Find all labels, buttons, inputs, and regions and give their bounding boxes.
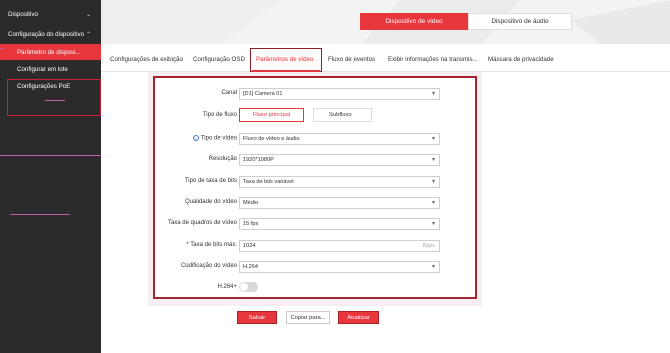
- sidebar-item-label: Configurar em lote: [17, 65, 68, 73]
- toggle-knob: [240, 283, 248, 291]
- tab-parametros-video[interactable]: Parâmetros de vídeo: [256, 56, 313, 63]
- sidebar-item-label: Dispositivo: [8, 10, 38, 18]
- qualidade-value: Médio: [243, 200, 259, 206]
- chevron-down-icon: ▾: [431, 200, 435, 206]
- fluxo-principal-label: Fluxo principal: [252, 112, 291, 118]
- chevron-down-icon: ▾: [431, 179, 435, 185]
- sidebar-item-label: Configuração do dispositivo: [8, 30, 85, 38]
- sidebar-item-poe[interactable]: Configurações PoE: [0, 78, 101, 94]
- copy-to-label: Copiar para...: [290, 314, 326, 321]
- tipo-taxa-bits-select[interactable]: Taxa de bits variável ▾: [239, 176, 440, 188]
- bits-max-label: * Taxa de bits máx.: [186, 242, 237, 248]
- canal-select[interactable]: [D1] Camera 01 ▾: [239, 88, 440, 100]
- tipo-video-value: Fluxo de vídeo e áudio: [243, 136, 300, 142]
- video-device-label: Dispositivo de vídeo: [385, 18, 443, 25]
- sidebar-item-label: Parâmetro de disposi...: [17, 48, 81, 56]
- row-tipo-fluxo: Tipo de fluxo Fluxo principal Subfluxo: [155, 108, 475, 122]
- resolucao-value: 1920*1080P: [243, 157, 274, 163]
- chevron-down-icon: ▾: [431, 157, 435, 163]
- qualidade-label: Qualidade do vídeo: [184, 199, 237, 205]
- sidebar-item-dispositivo[interactable]: Dispositivo ⌄: [0, 6, 101, 22]
- video-device-tab[interactable]: Dispositivo de vídeo: [360, 13, 468, 30]
- row-codificacao: Codificação do vídeo H.264 ▾: [155, 261, 475, 273]
- divider: [0, 48, 4, 49]
- info-icon[interactable]: i: [192, 135, 199, 141]
- chevron-down-icon: ▾: [431, 136, 435, 142]
- codificacao-value: H.264: [243, 264, 258, 270]
- sidebar: Dispositivo ⌄ Configuração do dispositiv…: [0, 0, 101, 353]
- tipo-taxa-bits-value: Taxa de bits variável: [243, 179, 294, 185]
- quadros-value: 15 fps: [243, 221, 259, 227]
- copy-to-button[interactable]: Copiar para...: [286, 311, 330, 324]
- sidebar-item-lote[interactable]: Configurar em lote: [0, 61, 101, 77]
- tab-fluxo-eventos[interactable]: Fluxo de eventos: [328, 56, 375, 63]
- divider: [10, 214, 70, 215]
- audio-device-tab[interactable]: Dispositivo de áudio: [468, 13, 572, 30]
- tipo-video-select[interactable]: Fluxo de vídeo e áudio ▾: [239, 133, 440, 145]
- row-quadros: Taxa de quadros de vídeo 15 fps ▾: [155, 218, 475, 230]
- quadros-select[interactable]: 15 fps ▾: [239, 218, 440, 230]
- divider: [45, 100, 65, 101]
- divider: [0, 155, 101, 156]
- canal-label: Canal: [221, 90, 237, 96]
- tab-osd[interactable]: Configuração OSD: [193, 56, 245, 63]
- h264plus-toggle[interactable]: [239, 282, 258, 292]
- chevron-down-icon: ⌄: [85, 11, 91, 18]
- bits-max-unit: Kbps: [422, 243, 435, 249]
- tab-exibir-info[interactable]: Exibir informações na transmis...: [388, 56, 478, 63]
- sidebar-item-configuracao[interactable]: Configuração do dispositivo ⌃: [0, 26, 101, 42]
- chevron-down-icon: ▾: [431, 221, 435, 227]
- tipo-video-label: i Tipo de vídeo: [192, 135, 237, 142]
- chevron-up-icon: ⌃: [85, 31, 91, 38]
- fluxo-principal-option[interactable]: Fluxo principal: [239, 108, 304, 122]
- row-h264plus: H.264+: [155, 282, 475, 294]
- tipo-taxa-bits-label: Tipo de taxa de bits: [184, 178, 237, 184]
- tipo-fluxo-label: Tipo de fluxo: [202, 112, 237, 118]
- chevron-down-icon: ▾: [431, 264, 435, 270]
- row-resolucao: Resolução 1920*1080P ▾: [155, 154, 475, 166]
- codificacao-select[interactable]: H.264 ▾: [239, 261, 440, 273]
- canal-value: [D1] Camera 01: [243, 91, 283, 97]
- chevron-down-icon: ▾: [431, 91, 435, 97]
- row-bits-max: * Taxa de bits máx. 1024 Kbps: [155, 240, 475, 252]
- row-tipo-taxa-bits: Tipo de taxa de bits Taxa de bits variáv…: [155, 176, 475, 188]
- sidebar-item-parametro[interactable]: Parâmetro de disposi...: [0, 44, 101, 60]
- refresh-button[interactable]: Atualizar: [338, 311, 379, 324]
- quadros-label: Taxa de quadros de vídeo: [167, 220, 237, 226]
- tab-exibicao[interactable]: Configurações de exibição: [110, 56, 183, 63]
- refresh-label: Atualizar: [347, 314, 370, 321]
- h264plus-label: H.264+: [217, 284, 237, 290]
- tab-bar: [101, 44, 670, 72]
- row-tipo-video: i Tipo de vídeo Fluxo de vídeo e áudio ▾: [155, 133, 475, 145]
- tab-mascara[interactable]: Máscara de privacidade: [488, 56, 554, 63]
- tipo-video-text: Tipo de vídeo: [200, 135, 237, 142]
- resolucao-select[interactable]: 1920*1080P ▾: [239, 154, 440, 166]
- subfluxo-label: Subfluxo: [329, 112, 352, 118]
- bits-max-value: 1024: [243, 243, 256, 249]
- audio-device-label: Dispositivo de áudio: [491, 18, 549, 25]
- subfluxo-option[interactable]: Subfluxo: [313, 108, 372, 122]
- row-canal: Canal [D1] Camera 01 ▾: [155, 88, 475, 100]
- codificacao-label: Codificação do vídeo: [180, 263, 237, 269]
- row-qualidade: Qualidade do vídeo Médio ▾: [155, 197, 475, 209]
- qualidade-select[interactable]: Médio ▾: [239, 197, 440, 209]
- resolucao-label: Resolução: [208, 156, 237, 162]
- sidebar-item-label: Configurações PoE: [17, 82, 71, 90]
- save-label: Salvar: [248, 314, 266, 321]
- save-button[interactable]: Salvar: [237, 311, 277, 324]
- video-parameters-form: Canal [D1] Camera 01 ▾ Tipo de fluxo Flu…: [153, 76, 477, 299]
- bits-max-input[interactable]: 1024 Kbps: [239, 240, 440, 252]
